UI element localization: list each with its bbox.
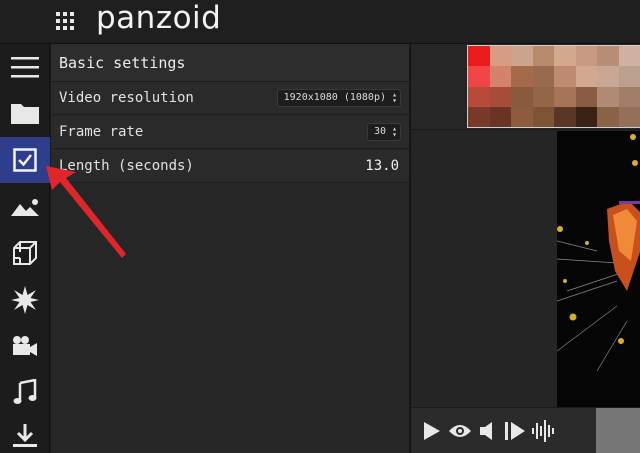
download-icon: [13, 424, 37, 447]
resolution-label: Video resolution: [59, 90, 194, 106]
panel-title: Basic settings: [51, 44, 409, 82]
setting-row-length: Length (seconds) 13.0: [51, 150, 409, 183]
sidebar-item-render[interactable]: [0, 413, 50, 453]
preview-scene: [557, 134, 640, 372]
sidebar-item-backgrounds[interactable]: [0, 184, 50, 230]
visibility-button[interactable]: [448, 419, 472, 443]
resolution-select[interactable]: 1920x1080 (1080p) ▴ ▾: [276, 89, 401, 107]
starburst-icon: [11, 286, 39, 314]
sidebar-item-effects[interactable]: [0, 277, 50, 323]
apps-grid-icon[interactable]: [54, 10, 76, 32]
step-forward-button[interactable]: [504, 419, 526, 443]
setting-row-resolution: Video resolution 1920x1080 (1080p) ▴ ▾: [51, 82, 409, 115]
waveform-icon: [532, 420, 554, 442]
sidebar-item-basic-settings[interactable]: [0, 137, 50, 183]
preview-left-area: [411, 131, 557, 407]
sidebar: [0, 44, 50, 453]
playback-controls: [411, 407, 640, 453]
volume-icon: [480, 422, 492, 440]
preview-canvas[interactable]: [557, 131, 640, 407]
thumbnail-strip: [411, 44, 640, 130]
length-label: Length (seconds): [59, 158, 194, 174]
pixelated-thumbnail[interactable]: [467, 45, 640, 128]
step-forward-icon: [505, 422, 525, 440]
folder-icon: [11, 104, 39, 124]
app-logo[interactable]: panzoid: [96, 0, 221, 36]
eye-icon: [449, 425, 471, 437]
timeline-handle[interactable]: [596, 408, 640, 453]
resolution-value: 1920x1080 (1080p): [283, 92, 386, 103]
checkbox-icon: [13, 148, 37, 172]
volume-button[interactable]: [479, 419, 495, 443]
sidebar-item-3d-objects[interactable]: [0, 230, 50, 276]
framerate-label: Frame rate: [59, 124, 144, 140]
length-input[interactable]: 13.0: [365, 158, 399, 174]
select-arrows-icon: ▴ ▾: [392, 90, 397, 105]
settings-panel: Basic settings Video resolution 1920x108…: [51, 44, 409, 453]
cube-icon: [13, 241, 37, 265]
video-camera-icon: [13, 336, 37, 356]
play-button[interactable]: [423, 419, 441, 443]
waveform-button[interactable]: [531, 419, 555, 443]
top-bar: panzoid: [0, 0, 640, 44]
preview-area: [410, 44, 640, 453]
sidebar-item-menu[interactable]: [0, 44, 50, 90]
sidebar-item-camera[interactable]: [0, 323, 50, 369]
music-note-icon: [13, 379, 37, 404]
setting-row-framerate: Frame rate 30 ▴ ▾: [51, 116, 409, 149]
hamburger-menu-icon: [11, 57, 39, 78]
landscape-image-icon: [11, 199, 39, 216]
framerate-select[interactable]: 30 ▴ ▾: [366, 123, 401, 141]
sidebar-item-files[interactable]: [0, 90, 50, 136]
play-icon: [424, 422, 440, 440]
framerate-value: 30: [373, 126, 386, 137]
sidebar-item-audio[interactable]: [0, 369, 50, 415]
select-arrows-icon: ▴ ▾: [392, 124, 397, 139]
